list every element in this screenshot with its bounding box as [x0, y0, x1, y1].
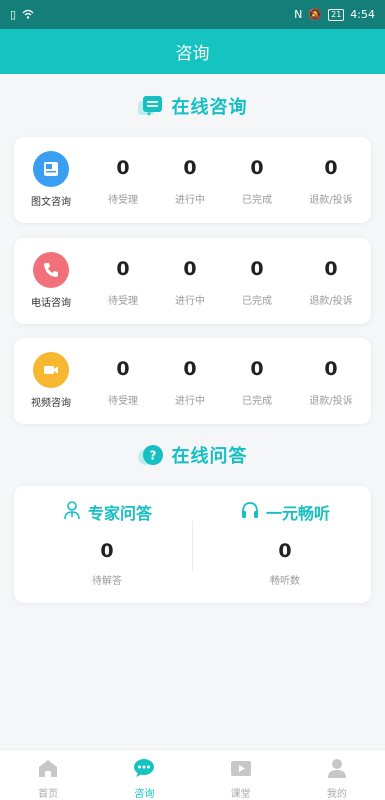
stat-value: 0 [250, 358, 264, 380]
phone-icon [33, 252, 69, 288]
stat-label: 已完成 [242, 396, 272, 407]
stat-value: 0 [116, 157, 130, 179]
stat-refund[interactable]: 0 退款/投诉 [296, 157, 366, 206]
stat-value: 0 [116, 258, 130, 280]
stat-value: 0 [250, 258, 264, 280]
nfc-icon: N [294, 8, 303, 21]
status-bar: ▯ N 🔕 21 4:54 [0, 0, 385, 29]
tab-bar: 首页 咨询 课堂 我的 [0, 749, 385, 800]
stat-label: 待受理 [108, 296, 138, 307]
user-icon [326, 758, 348, 782]
stat-in-progress[interactable]: 0 进行中 [155, 258, 225, 307]
stat-pending[interactable]: 0 待受理 [88, 258, 158, 307]
stat-completed[interactable]: 0 已完成 [222, 157, 292, 206]
svg-text:?: ? [149, 449, 156, 463]
stat-value: 0 [183, 358, 197, 380]
consult-type: 图文咨询 [26, 151, 76, 208]
stat-label: 已完成 [242, 195, 272, 206]
qa-card: 专家问答 0 待解答 一元畅听 0 畅听数 [14, 486, 371, 603]
chat-list-icon [137, 95, 164, 117]
consult-type-label: 电话咨询 [31, 298, 71, 309]
listen-value: 0 [278, 540, 292, 562]
home-icon [37, 758, 59, 782]
stat-value: 0 [250, 157, 264, 179]
wifi-icon [22, 9, 34, 21]
battery-indicator: 21 [328, 8, 345, 21]
stat-in-progress[interactable]: 0 进行中 [155, 157, 225, 206]
sim-icon: ▯ [10, 8, 17, 21]
consult-type-label: 图文咨询 [31, 197, 71, 208]
stat-value: 0 [183, 157, 197, 179]
tab-label: 课堂 [230, 789, 251, 800]
divider [192, 521, 193, 571]
stat-label: 退款/投诉 [309, 396, 353, 407]
tab-consult[interactable]: 咨询 [96, 750, 192, 800]
video-play-icon [230, 758, 252, 782]
tab-label: 首页 [38, 789, 59, 800]
tab-home[interactable]: 首页 [0, 750, 96, 800]
expert-qa-title: 专家问答 [87, 504, 152, 523]
page-title: 咨询 [175, 44, 210, 64]
tab-label: 咨询 [134, 789, 155, 800]
stat-value: 0 [324, 258, 338, 280]
stat-label: 待受理 [108, 195, 138, 206]
consult-card-image-text[interactable]: 图文咨询 0 待受理 0 进行中 0 已完成 0 退款/投诉 [14, 137, 371, 223]
chat-icon [133, 758, 155, 782]
tab-classroom[interactable]: 课堂 [193, 750, 289, 800]
online-consult-heading: 在线咨询 [0, 92, 385, 120]
header: 咨询 [0, 29, 385, 74]
tab-mine[interactable]: 我的 [289, 750, 385, 800]
section-title: 在线问答 [171, 446, 248, 467]
stat-in-progress[interactable]: 0 进行中 [155, 358, 225, 407]
consult-card-phone[interactable]: 电话咨询 0 待受理 0 进行中 0 已完成 0 退款/投诉 [14, 238, 371, 324]
stat-completed[interactable]: 0 已完成 [222, 358, 292, 407]
stat-pending[interactable]: 0 待受理 [88, 157, 158, 206]
stat-label: 退款/投诉 [309, 296, 353, 307]
stat-label: 已完成 [242, 296, 272, 307]
consult-card-video[interactable]: 视频咨询 0 待受理 0 进行中 0 已完成 0 退款/投诉 [14, 338, 371, 424]
stat-label: 进行中 [175, 396, 205, 407]
question-icon: ? [137, 444, 164, 466]
stat-completed[interactable]: 0 已完成 [222, 258, 292, 307]
image-doc-icon [33, 151, 69, 187]
listen-label: 畅听数 [270, 576, 300, 587]
expert-qa-value: 0 [100, 540, 114, 562]
video-icon [33, 352, 69, 388]
stat-refund[interactable]: 0 退款/投诉 [296, 258, 366, 307]
consult-type: 电话咨询 [26, 252, 76, 309]
stat-label: 进行中 [175, 195, 205, 206]
expert-qa-label: 待解答 [92, 576, 122, 587]
consult-type: 视频咨询 [26, 352, 76, 409]
section-title: 在线咨询 [171, 97, 248, 118]
consult-type-label: 视频咨询 [31, 398, 71, 409]
stat-label: 退款/投诉 [309, 195, 353, 206]
mute-icon: 🔕 [308, 8, 323, 21]
online-qa-heading: ? 在线问答 [0, 441, 385, 469]
stat-label: 进行中 [175, 296, 205, 307]
tab-label: 我的 [326, 789, 347, 800]
stat-value: 0 [324, 157, 338, 179]
listen-title: 一元畅听 [265, 504, 330, 523]
stat-value: 0 [116, 358, 130, 380]
stat-refund[interactable]: 0 退款/投诉 [296, 358, 366, 407]
expert-qa[interactable]: 专家问答 0 待解答 [22, 500, 192, 587]
stat-pending[interactable]: 0 待受理 [88, 358, 158, 407]
expert-icon [62, 500, 82, 524]
one-yuan-listen[interactable]: 一元畅听 0 畅听数 [200, 500, 370, 587]
stat-value: 0 [324, 358, 338, 380]
headphones-icon [240, 500, 260, 524]
clock: 4:54 [350, 8, 375, 21]
stat-value: 0 [183, 258, 197, 280]
stat-label: 待受理 [108, 396, 138, 407]
